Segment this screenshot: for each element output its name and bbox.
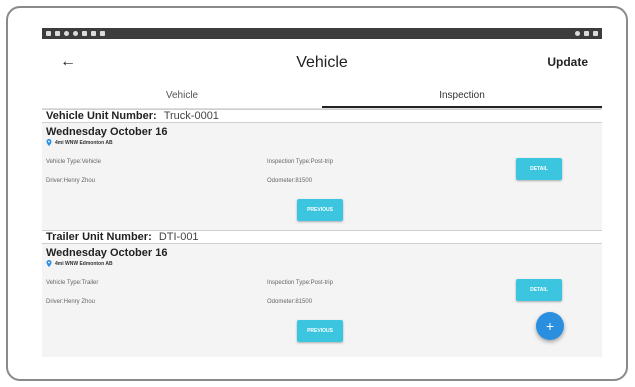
vehicle-inspection-date: Wednesday October 16 (46, 126, 168, 138)
image-icon (82, 31, 87, 36)
trailer-inspection-date: Wednesday October 16 (46, 247, 168, 259)
upload-icon (91, 31, 96, 36)
status-icons-right (575, 31, 598, 36)
tab-inspection[interactable]: Inspection (322, 85, 602, 108)
app-bar: ← Vehicle Update (42, 39, 602, 85)
previous-button[interactable]: PREVIOUS (297, 199, 343, 221)
bolt-icon (100, 31, 105, 36)
record-icon (73, 31, 78, 36)
trailer-location: 4mi WNW Edmonton AB (46, 260, 598, 267)
vehicle-type-field: Vehicle Type:Vehicle (46, 159, 101, 165)
app-screen: ← Vehicle Update Vehicle Inspection Vehi… (42, 28, 602, 357)
add-inspection-button[interactable]: + (536, 312, 564, 340)
wifi-icon (584, 31, 589, 36)
vehicle-unit-header: Vehicle Unit Number: Truck-0001 (42, 109, 602, 123)
arrow-left-icon[interactable]: ← (60, 53, 80, 71)
vehicle-location: 4mi WNW Edmonton AB (46, 139, 598, 146)
update-button[interactable]: Update (547, 55, 588, 69)
map-pin-icon (46, 260, 52, 267)
inspection-type-field: Inspection Type:Post-trip (267, 280, 333, 286)
plus-icon: + (545, 318, 555, 334)
trailer-location-text: 4mi WNW Edmonton AB (55, 260, 113, 267)
page-title: Vehicle (296, 54, 348, 71)
tab-bar: Vehicle Inspection (42, 85, 602, 109)
vehicle-unit-value: Truck-0001 (163, 110, 219, 122)
sync-icon (64, 31, 69, 36)
vehicle-location-text: 4mi WNW Edmonton AB (55, 139, 113, 146)
detail-button[interactable]: DETAIL (516, 158, 562, 180)
location-status-icon (575, 31, 580, 36)
trailer-unit-label: Trailer Unit Number: (46, 231, 152, 243)
trailer-unit-header: Trailer Unit Number: DTI-001 (42, 230, 602, 244)
detail-button[interactable]: DETAIL (516, 279, 562, 301)
previous-button[interactable]: PREVIOUS (297, 320, 343, 342)
notification-icon (46, 31, 51, 36)
odometer-field: Odometer:81500 (267, 299, 313, 305)
inspection-type-field: Inspection Type:Post-trip (267, 159, 333, 165)
driver-field: Driver:Henry Zhou (46, 178, 96, 184)
status-icons-left (46, 31, 105, 36)
status-bar (42, 28, 602, 39)
trailer-unit-value: DTI-001 (158, 231, 199, 243)
vehicle-inspection-card: Wednesday October 16 4mi WNW Edmonton AB… (42, 123, 602, 230)
tab-vehicle[interactable]: Vehicle (42, 85, 322, 108)
trailer-inspection-card: Wednesday October 16 4mi WNW Edmonton AB… (42, 244, 602, 351)
driver-field: Driver:Henry Zhou (46, 299, 96, 305)
vehicle-unit-label: Vehicle Unit Number: (46, 110, 157, 122)
map-pin-icon (46, 139, 52, 146)
vehicle-type-field: Vehicle Type:Trailer (46, 280, 99, 286)
battery-icon (593, 31, 598, 36)
download-icon (55, 31, 60, 36)
odometer-field: Odometer:81500 (267, 178, 313, 184)
